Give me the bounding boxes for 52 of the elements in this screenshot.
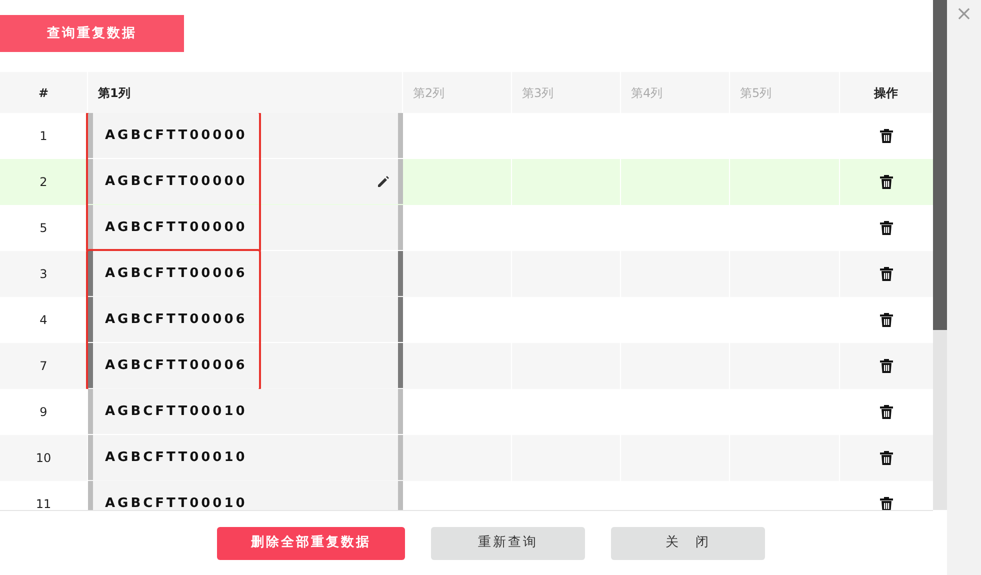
column-header: 第4列 [621,72,730,113]
delete-icon[interactable] [880,267,893,281]
table-cell[interactable]: AGBCFTT00000 [88,159,403,204]
table-cell[interactable]: AGBCFTT00010 [88,435,403,480]
cell-value: AGBCFTT00000 [105,218,248,237]
table-cell[interactable]: AGBCFTT00006 [88,343,403,388]
cell-value: AGBCFTT00010 [105,448,248,467]
table-cell[interactable]: AGBCFTT00010 [88,481,403,510]
row-number: 3 [40,266,48,283]
delete-all-button[interactable]: 删除全部重复数据 [217,526,405,560]
cell-value: AGBCFTT00000 [105,126,248,145]
delete-icon[interactable] [880,313,893,327]
row-number: 9 [40,404,48,421]
scrollbar-thumb[interactable] [933,0,947,330]
column-header: 第5列 [730,72,840,113]
delete-icon[interactable] [880,175,893,189]
cell-value: AGBCFTT00006 [105,264,248,283]
cell-value: AGBCFTT00000 [105,172,248,191]
row-number: 1 [40,128,48,145]
table-row[interactable]: 2 AGBCFTT00000 [0,159,933,205]
table-row[interactable]: 10 AGBCFTT00010 [0,435,933,481]
table-cell[interactable]: AGBCFTT00006 [88,297,403,342]
row-number: 11 [36,496,52,510]
pencil-icon[interactable] [376,174,390,188]
row-number: 2 [40,174,48,191]
cell-value: AGBCFTT00010 [105,402,248,421]
delete-icon[interactable] [880,129,893,143]
column-header: 第3列 [512,72,621,113]
table-cell[interactable]: AGBCFTT00010 [88,389,403,434]
cell-value: AGBCFTT00010 [105,494,248,510]
column-header: # [0,72,88,113]
delete-icon[interactable] [880,451,893,465]
delete-icon[interactable] [880,497,893,510]
delete-icon[interactable] [880,359,893,373]
row-number: 5 [40,220,48,237]
row-number: 10 [36,450,52,467]
column-header: 操作 [840,72,933,113]
row-number: 4 [40,312,48,329]
delete-icon[interactable] [880,405,893,419]
column-header: 第2列 [403,72,512,113]
table-cell[interactable]: AGBCFTT00000 [88,113,403,158]
footer-button[interactable]: 关 闭 [611,526,765,560]
delete-icon[interactable] [880,221,893,235]
table-cell[interactable]: AGBCFTT00000 [88,205,403,250]
table-row[interactable]: 7 AGBCFTT00006 [0,343,933,389]
column-header: 第1列 [88,72,403,113]
table-cell[interactable]: AGBCFTT00006 [88,251,403,296]
cell-value: AGBCFTT00006 [105,356,248,375]
table-row[interactable]: 3 AGBCFTT00006 [0,251,933,297]
footer-button[interactable]: 重新查询 [431,526,585,560]
row-number: 7 [40,358,48,375]
cell-value: AGBCFTT00006 [105,310,248,329]
